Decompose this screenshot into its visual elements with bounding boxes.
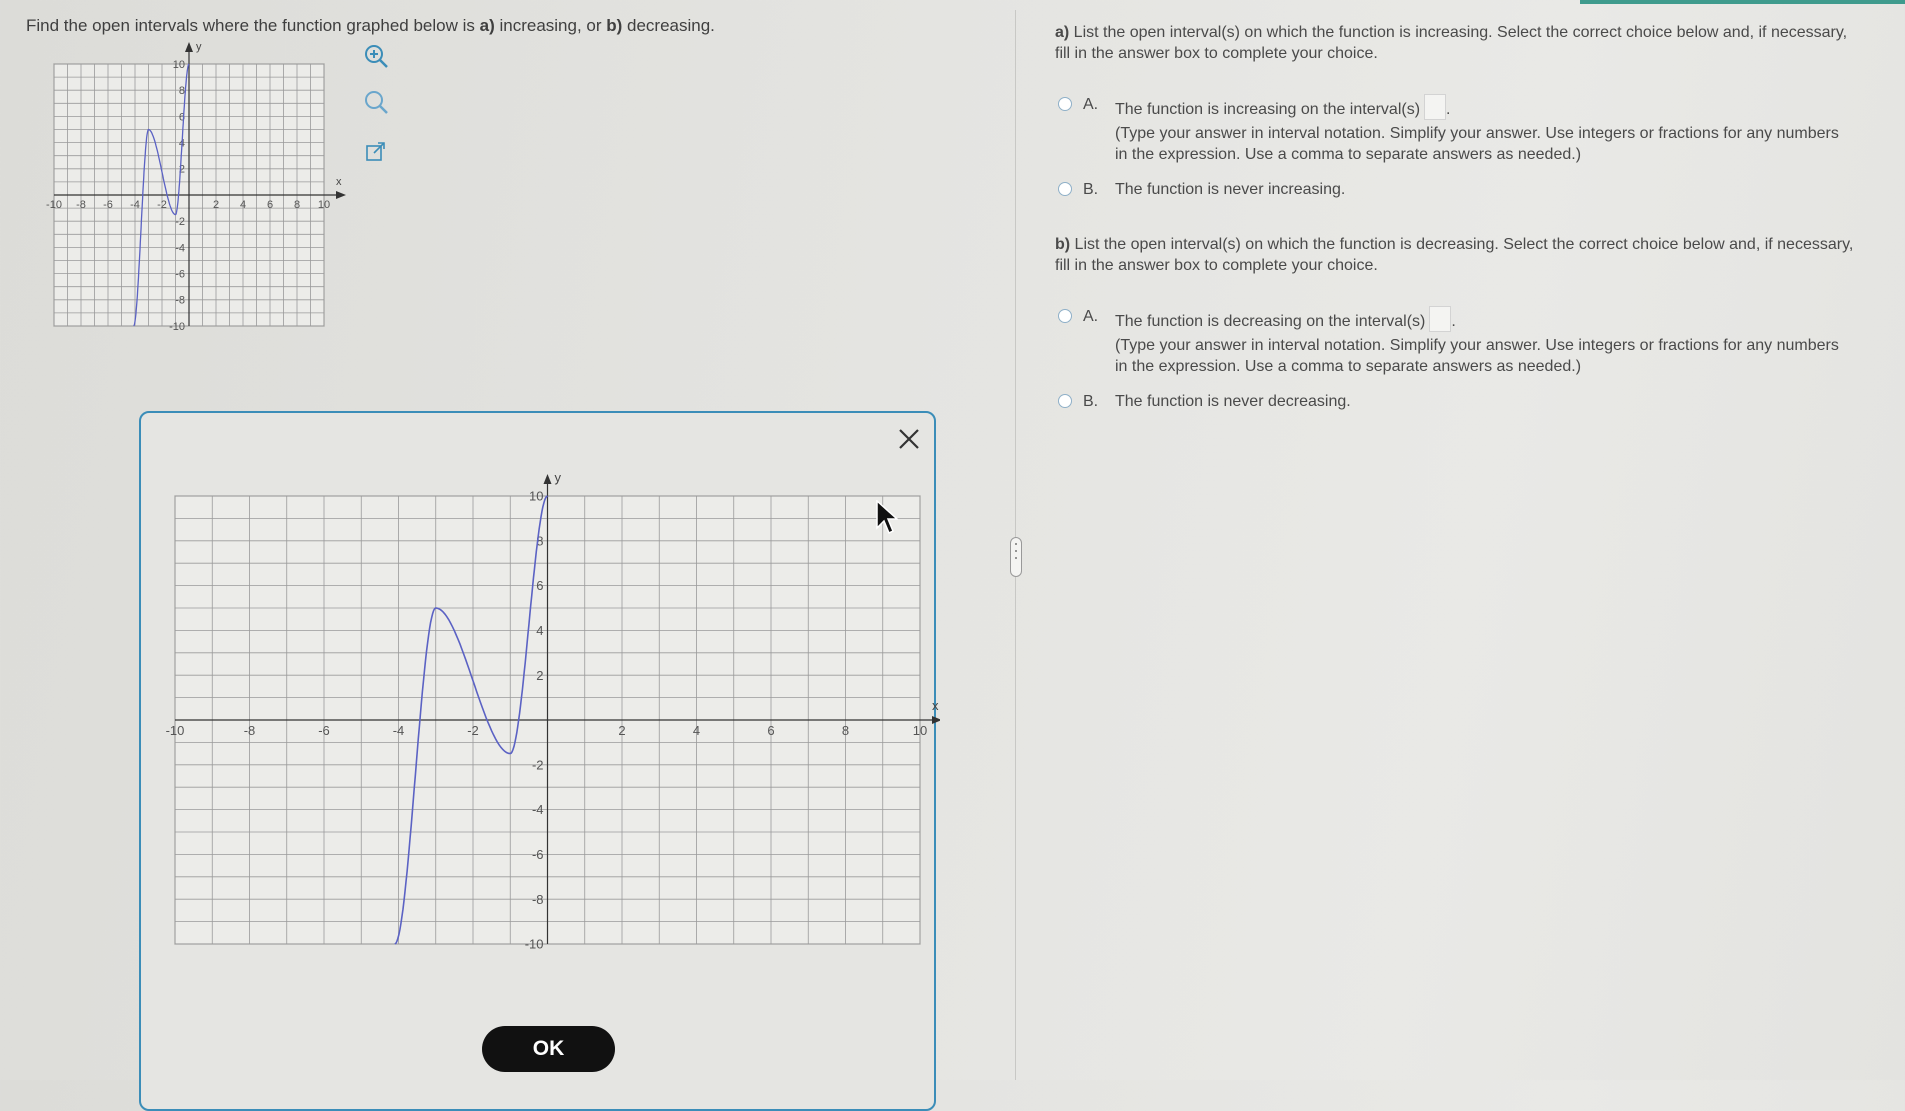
y-tick-label: -6: [175, 268, 185, 280]
x-tick-label: -8: [244, 723, 256, 738]
x-tick-label: 6: [767, 723, 774, 738]
y-tick-label: -2: [532, 757, 544, 772]
part-b-choice-a-radio[interactable]: [1058, 309, 1072, 323]
y-tick-label: 6: [536, 578, 543, 593]
x-tick-label: 8: [842, 723, 849, 738]
y-tick-label: -8: [175, 295, 185, 307]
zoom-out-icon[interactable]: [362, 88, 390, 116]
graph-enlarged-svg: xy-10 -8 -6 -4 -2 2 4 6 8 10108642-2-4-6-8-10: [166, 470, 942, 952]
choice-text: The function is never increasing.: [1115, 181, 1346, 198]
y-tick-label: -6: [532, 847, 544, 862]
part-b-choice-a[interactable]: A. The function is decreasing on the int…: [1055, 306, 1855, 377]
x-tick-label: 6: [267, 199, 273, 211]
external-link-icon[interactable]: [362, 138, 390, 166]
y-tick-label: -4: [532, 802, 544, 817]
part-a-choice-b[interactable]: B. The function is never increasing.: [1055, 179, 1855, 200]
choice-hint: (Type your answer in interval notation. …: [1115, 125, 1839, 163]
pane-resize-handle[interactable]: [1010, 537, 1022, 577]
y-axis-arrow: [543, 474, 552, 484]
x-tick-label: 8: [294, 199, 300, 211]
x-axis-label: x: [932, 698, 939, 713]
part-b-choice-b[interactable]: B. The function is never decreasing.: [1055, 391, 1855, 412]
x-tick-label: 10: [318, 199, 330, 211]
y-axis-arrow: [185, 42, 193, 52]
x-axis-arrow: [932, 716, 942, 724]
y-axis-label: y: [555, 470, 562, 485]
x-tick-label: 4: [240, 199, 246, 211]
y-tick-label: 10: [173, 59, 185, 71]
y-tick-label: 8: [179, 85, 185, 97]
y-tick-label: 10: [529, 489, 543, 504]
part-a-question: a) List the open interval(s) on which th…: [1055, 24, 1848, 62]
x-tick-label: -10: [166, 723, 185, 738]
y-tick-label: -8: [532, 892, 544, 907]
question-prompt: Find the open intervals where the functi…: [26, 16, 715, 35]
choice-letter: B.: [1083, 181, 1099, 198]
x-tick-label: -4: [393, 723, 405, 738]
top-accent-bar: [1580, 0, 1905, 4]
x-tick-label: 2: [213, 199, 219, 211]
part-b-choice-b-radio[interactable]: [1058, 394, 1072, 408]
choice-text: The function is never decreasing.: [1115, 393, 1351, 410]
x-tick-label: -2: [467, 723, 479, 738]
y-tick-label: -4: [175, 242, 185, 254]
y-tick-label: 2: [536, 668, 543, 683]
part-a-answer-box[interactable]: [1424, 94, 1447, 120]
answer-pane: a) List the open interval(s) on which th…: [1055, 22, 1855, 412]
x-tick-label: -6: [318, 723, 330, 738]
x-tick-label: -4: [130, 199, 140, 211]
choice-text: The function is decreasing on the interv…: [1115, 313, 1426, 330]
part-a-choice-b-radio[interactable]: [1058, 182, 1072, 196]
part-b-question: b) List the open interval(s) on which th…: [1055, 236, 1854, 274]
graph-thumbnail-svg: xy-10 -8 -6 -4 -2 2 4 6 8 10108642-2-4-6-8-10: [46, 41, 346, 333]
graph-thumbnail[interactable]: x y -10 -8 -6 -4 -2 2 4 6 8 10 10 8 6 4 2 -2 -4 -6 -8 -10: [44, 40, 354, 340]
y-tick-label: -2: [175, 216, 185, 228]
choice-letter: A.: [1083, 96, 1099, 113]
part-b-answer-box[interactable]: [1429, 306, 1452, 332]
x-tick-label: -6: [103, 199, 113, 211]
mouse-cursor-icon: [876, 499, 899, 541]
x-tick-label: -2: [157, 199, 167, 211]
y-axis-label: y: [196, 41, 202, 53]
part-a-choice-a-radio[interactable]: [1058, 97, 1072, 111]
x-axis-arrow: [336, 191, 346, 199]
close-icon[interactable]: [895, 425, 923, 453]
zoom-in-icon[interactable]: [362, 42, 390, 70]
choice-hint: (Type your answer in interval notation. …: [1115, 337, 1839, 375]
choice-text: The function is increasing on the interv…: [1115, 101, 1421, 118]
ok-button[interactable]: OK: [482, 1026, 615, 1072]
y-tick-label: 4: [536, 623, 543, 638]
x-tick-label: -8: [76, 199, 86, 211]
x-tick-label: 4: [693, 723, 700, 738]
y-tick-label: -10: [169, 321, 185, 333]
x-tick-label: -10: [46, 199, 62, 211]
part-a-choice-a[interactable]: A. The function is increasing on the int…: [1055, 94, 1855, 165]
x-tick-label: 2: [618, 723, 625, 738]
x-axis-label: x: [336, 176, 342, 188]
choice-letter: A.: [1083, 308, 1099, 325]
x-tick-label: 10: [913, 723, 927, 738]
graph-enlarged: x y -10 -8 -6 -4 -2 2 4 6 8 10 10 8 6 4 2 -2 -4 -6 -8 -10: [160, 462, 942, 962]
y-tick-label: -10: [525, 937, 544, 952]
choice-letter: B.: [1083, 393, 1099, 410]
